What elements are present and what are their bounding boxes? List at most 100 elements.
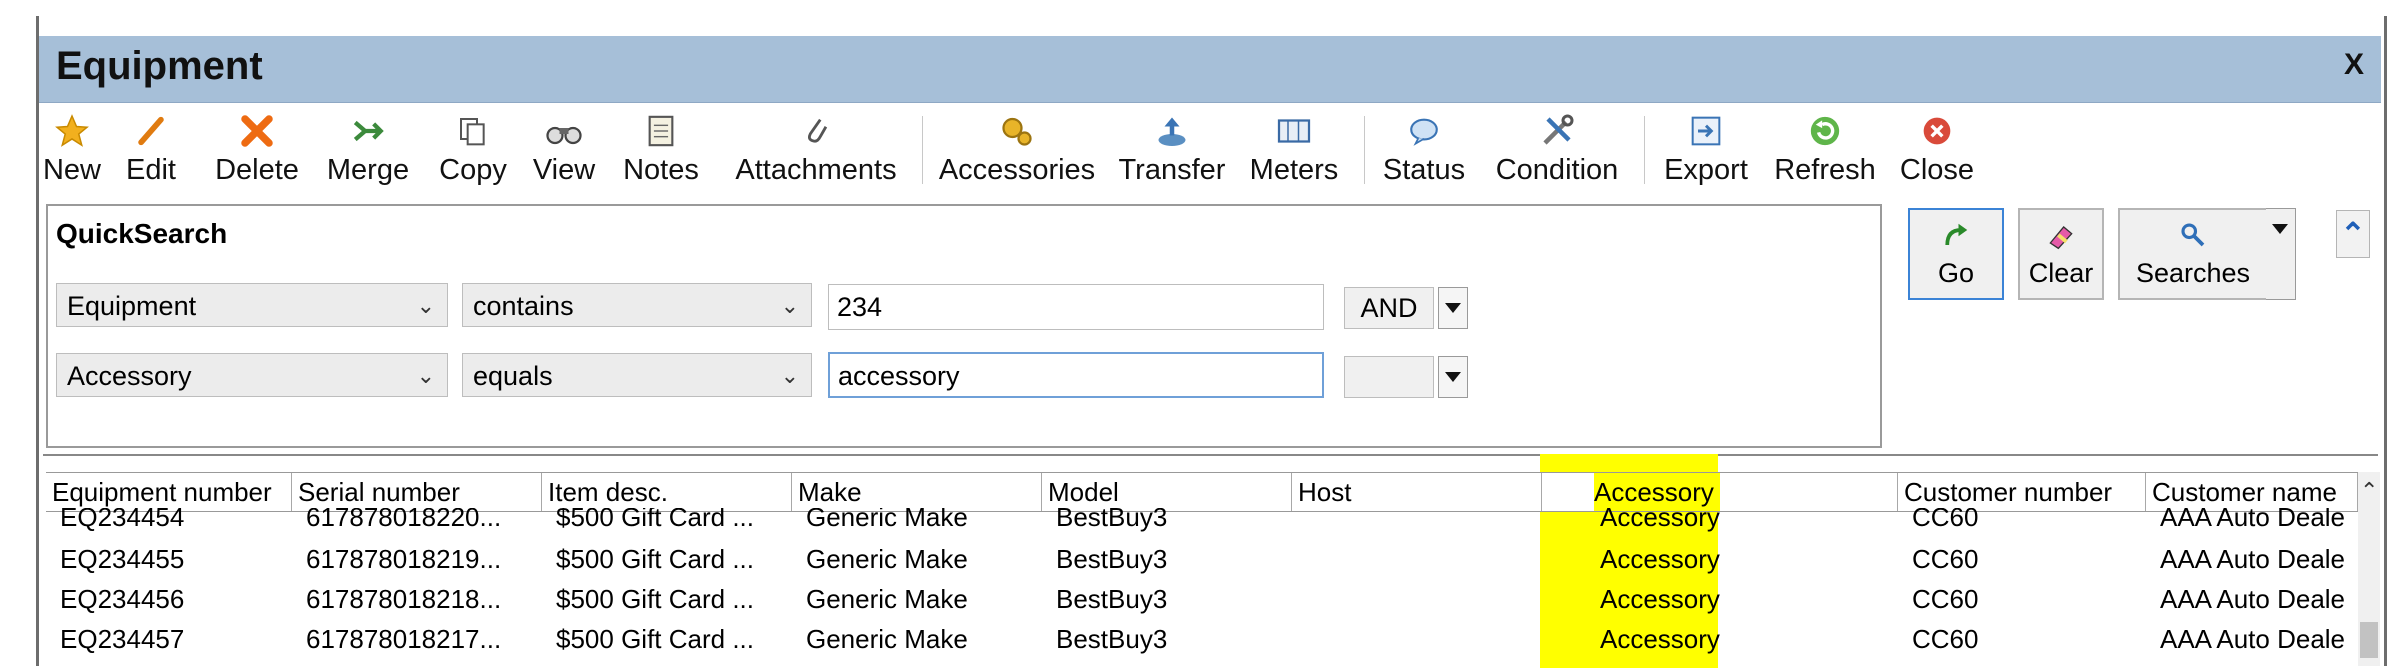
cell-host — [1292, 540, 1542, 578]
cell-item-desc: $500 Gift Card ... — [556, 584, 754, 614]
column-header-item-desc[interactable]: Item desc. — [542, 473, 792, 511]
cell-accessory: Accessory — [1600, 624, 1720, 654]
star-icon — [51, 110, 93, 152]
refresh-icon — [1804, 110, 1846, 152]
table-row[interactable]: EQ234454 617878018220... $500 Gift Card … — [46, 508, 2358, 538]
column-header-model[interactable]: Model — [1042, 473, 1292, 511]
search-field-value-2: Accessory — [67, 361, 192, 391]
column-header-accessory-label: Accessory — [1594, 477, 1714, 507]
cell-customer-name: AAA Auto Deale — [2160, 624, 2346, 654]
table-row[interactable]: EQ234456 617878018218... $500 Gift Card … — [46, 580, 2358, 618]
column-header-make[interactable]: Make — [792, 473, 1042, 511]
meter-icon — [1273, 110, 1315, 152]
cell-host — [1292, 620, 1542, 658]
column-header-serial-number[interactable]: Serial number — [292, 473, 542, 511]
column-header-accessory[interactable]: Accessory — [1542, 473, 1898, 511]
tools-icon — [1536, 110, 1578, 152]
cell-customer-number: CC60 — [1912, 624, 1979, 654]
column-header-customer-name[interactable]: Customer name — [2146, 473, 2358, 511]
refresh-button[interactable]: Refresh — [1773, 106, 1877, 192]
status-button[interactable]: Status — [1381, 106, 1467, 192]
edit-button[interactable]: Edit — [123, 106, 179, 192]
cell-customer-name: AAA Auto Deale — [2160, 508, 2346, 532]
search-field-select-1[interactable]: Equipment ⌄ — [56, 283, 448, 327]
transfer-button[interactable]: Transfer — [1117, 106, 1227, 192]
search-field-select-2[interactable]: Accessory ⌄ — [56, 353, 448, 397]
cell-host — [1292, 580, 1542, 618]
search-operator-select-2[interactable]: equals ⌄ — [462, 353, 812, 397]
grid-header-row: Equipment number Serial number Item desc… — [46, 472, 2358, 512]
searches-button[interactable]: Searches — [2118, 208, 2268, 300]
cell-serial-number: 617878018219... — [306, 544, 502, 574]
chevron-down-icon: ⌄ — [780, 293, 799, 318]
view-button[interactable]: View — [531, 106, 597, 192]
go-button[interactable]: Go — [1908, 208, 2004, 300]
search-operator-select-1[interactable]: contains ⌄ — [462, 283, 812, 327]
scroll-up-icon[interactable]: ⌃ — [2360, 478, 2378, 504]
delete-button[interactable]: Delete — [211, 106, 303, 192]
chevron-down-icon: ⌄ — [780, 363, 799, 388]
collapse-panel-button[interactable]: ⌃ — [2336, 210, 2370, 258]
chevron-down-icon: ⌄ — [416, 293, 435, 318]
cell-serial-number: 617878018217... — [306, 624, 502, 654]
accessories-button[interactable]: Accessories — [939, 106, 1095, 192]
go-label: Go — [1937, 258, 1975, 288]
cell-model: BestBuy3 — [1056, 508, 1168, 532]
search-operator-value-2: equals — [473, 361, 553, 391]
edit-label: Edit — [126, 154, 176, 186]
close-button[interactable]: Close — [1899, 106, 1975, 192]
gears-icon — [996, 110, 1038, 152]
notes-button[interactable]: Notes — [619, 106, 703, 192]
column-header-equipment-number[interactable]: Equipment number — [46, 473, 292, 511]
merge-arrows-icon — [347, 110, 389, 152]
delete-label: Delete — [215, 154, 299, 186]
export-label: Export — [1664, 154, 1748, 186]
transfer-icon — [1151, 110, 1193, 152]
cell-equipment-number: EQ234457 — [60, 624, 185, 654]
merge-button[interactable]: Merge — [323, 106, 413, 192]
clear-label: Clear — [2028, 258, 2094, 288]
cell-model: BestBuy3 — [1056, 624, 1168, 654]
close-circle-icon — [1916, 110, 1958, 152]
new-button[interactable]: New — [39, 106, 105, 192]
toolbar-separator — [922, 116, 923, 184]
go-arrow-icon — [1937, 216, 1975, 254]
table-row[interactable]: EQ234455 617878018219... $500 Gift Card … — [46, 540, 2358, 578]
export-icon — [1685, 110, 1727, 152]
meters-button[interactable]: Meters — [1245, 106, 1343, 192]
eraser-icon — [2042, 216, 2080, 254]
column-header-host[interactable]: Host — [1292, 473, 1542, 511]
cell-equipment-number: EQ234454 — [60, 508, 185, 532]
cell-customer-name: AAA Auto Deale — [2160, 584, 2346, 614]
cell-make: Generic Make — [806, 544, 968, 574]
attachments-button[interactable]: Attachments — [729, 106, 903, 192]
conjunction-select-1[interactable]: AND — [1344, 287, 1434, 329]
clear-button[interactable]: Clear — [2018, 208, 2104, 300]
column-header-customer-number[interactable]: Customer number — [1898, 473, 2146, 511]
scrollbar-thumb[interactable] — [2360, 622, 2378, 658]
searches-label: Searches — [2135, 258, 2251, 288]
double-chevron-up-icon: ⌃ — [2340, 217, 2366, 251]
condition-button[interactable]: Condition — [1489, 106, 1625, 192]
new-label: New — [42, 154, 101, 186]
cell-accessory: Accessory — [1600, 508, 1720, 532]
search-value-input-1[interactable]: 234 — [828, 284, 1324, 330]
conjunction-dropdown-button-2[interactable] — [1438, 356, 1468, 398]
window-close-button[interactable]: X — [2344, 48, 2364, 82]
conjunction-dropdown-button-1[interactable] — [1438, 287, 1468, 329]
searches-magnifier-icon — [2174, 216, 2212, 254]
cell-equipment-number: EQ234455 — [60, 544, 185, 574]
conjunction-select-2[interactable] — [1344, 356, 1434, 398]
export-button[interactable]: Export — [1661, 106, 1751, 192]
searches-dropdown-button[interactable] — [2266, 208, 2296, 300]
paperclip-icon — [795, 110, 837, 152]
search-field-value-1: Equipment — [67, 291, 197, 321]
table-row[interactable]: EQ234457 617878018217... $500 Gift Card … — [46, 620, 2358, 658]
quicksearch-title: QuickSearch — [56, 218, 228, 249]
cell-customer-name: AAA Auto Deale — [2160, 544, 2346, 574]
chevron-down-icon: ⌄ — [416, 363, 435, 388]
copy-pages-icon — [452, 110, 494, 152]
search-value-input-2[interactable]: accessory — [828, 352, 1324, 398]
cell-accessory: Accessory — [1600, 584, 1720, 614]
copy-button[interactable]: Copy — [435, 106, 511, 192]
